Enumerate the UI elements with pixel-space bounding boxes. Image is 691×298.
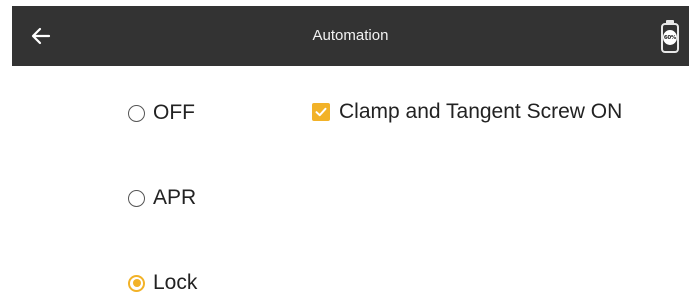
page-title: Automation (312, 27, 389, 44)
battery-icon: 60% (658, 16, 682, 56)
radio-button-off[interactable] (128, 104, 145, 122)
radio-label-off: OFF (153, 101, 195, 124)
radio-button-lock[interactable] (128, 274, 145, 292)
automation-page: Automation 60% OFF APR Lock Clamp and Ta… (0, 0, 691, 298)
radio-label-lock: Lock (153, 271, 198, 294)
checkmark-icon (315, 107, 327, 117)
radio-button-apr[interactable] (128, 189, 145, 207)
header-bar: Automation 60% (12, 6, 689, 66)
clamp-checkbox-row[interactable]: Clamp and Tangent Screw ON (312, 100, 622, 124)
arrow-left-icon (31, 27, 51, 45)
clamp-checkbox[interactable] (312, 103, 330, 121)
battery-level-text: 60% (663, 30, 677, 45)
battery-body: 60% (661, 22, 679, 53)
radio-option-off[interactable]: OFF (128, 101, 195, 125)
radio-option-lock[interactable]: Lock (128, 271, 197, 295)
back-button[interactable] (26, 21, 56, 51)
clamp-checkbox-label: Clamp and Tangent Screw ON (339, 100, 623, 123)
radio-label-apr: APR (153, 186, 197, 209)
radio-option-apr[interactable]: APR (128, 186, 196, 210)
